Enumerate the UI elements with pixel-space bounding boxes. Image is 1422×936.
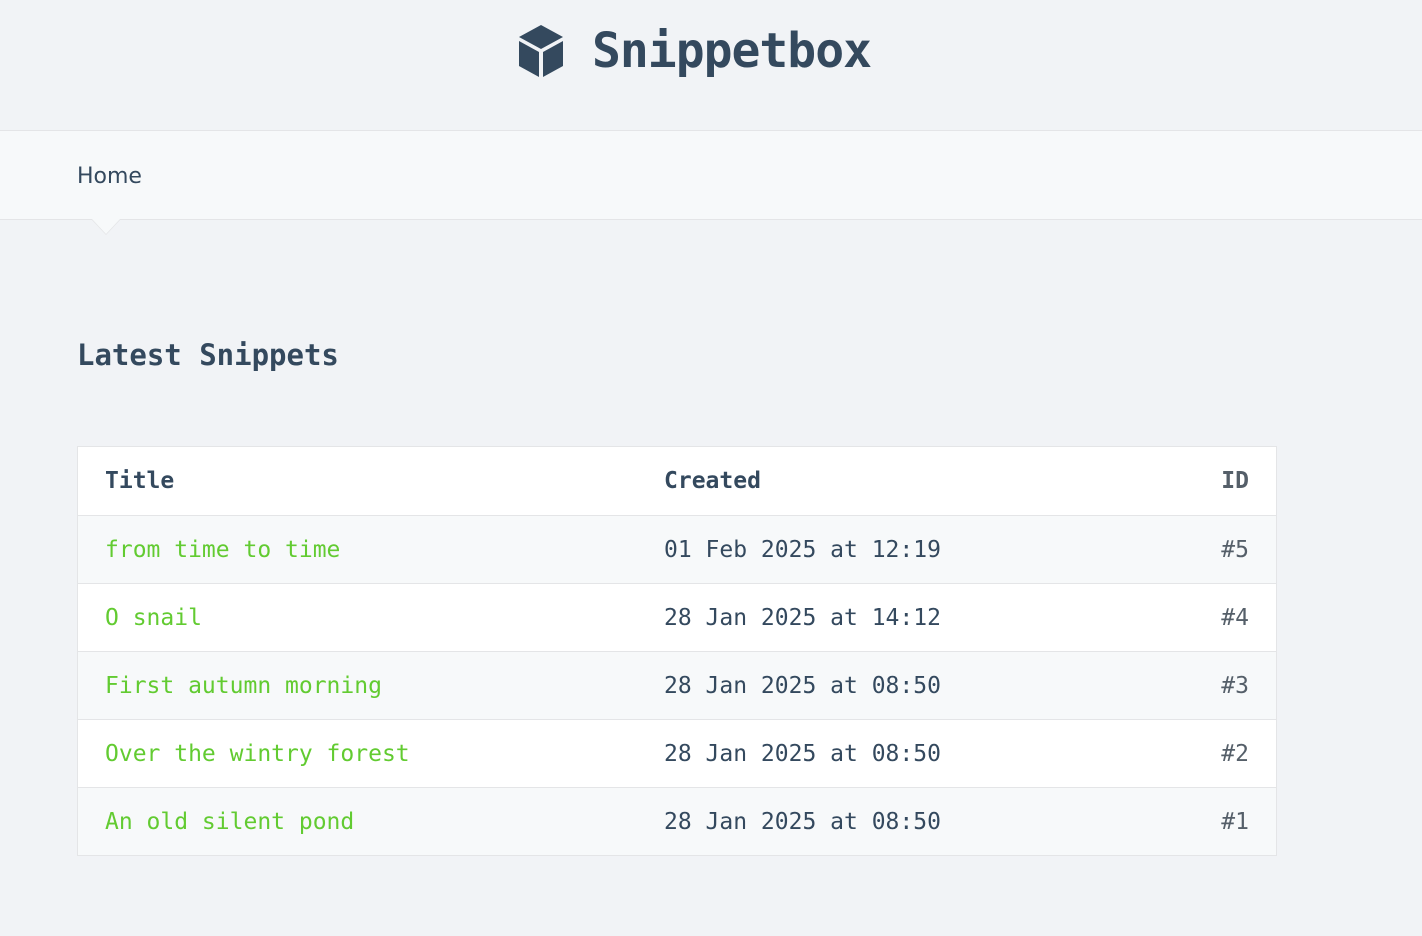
main-content: Latest Snippets Title Created ID from ti… [0,220,1422,856]
snippet-created: 28 Jan 2025 at 14:12 [637,583,1150,652]
snippet-title-link[interactable]: An old silent pond [105,809,354,835]
nav-home-link[interactable]: Home [77,164,142,189]
snippet-title-link[interactable]: O snail [105,605,202,631]
snippet-id: #4 [1149,583,1277,652]
nav-active-indicator [92,219,120,234]
cube-icon [519,25,563,77]
snippet-created: 28 Jan 2025 at 08:50 [637,651,1150,720]
column-header-created: Created [637,446,1150,516]
snippet-title-link[interactable]: First autumn morning [105,673,382,699]
snippet-id: #2 [1149,719,1277,788]
table-row: from time to time 01 Feb 2025 at 12:19 #… [77,515,1277,584]
table-header-row: Title Created ID [77,446,1277,516]
table-row: O snail 28 Jan 2025 at 14:12 #4 [77,583,1277,652]
table-row: An old silent pond 28 Jan 2025 at 08:50 … [77,787,1277,856]
snippet-created: 28 Jan 2025 at 08:50 [637,719,1150,788]
snippet-id: #5 [1149,515,1277,584]
snippet-title-link[interactable]: Over the wintry forest [105,741,410,767]
column-header-title: Title [77,446,637,516]
snippet-title-link[interactable]: from time to time [105,537,340,563]
site-header: Snippetbox [0,0,1422,130]
snippet-created: 01 Feb 2025 at 12:19 [637,515,1150,584]
app-title: Snippetbox [592,23,872,79]
nav-bar: Home [0,130,1422,235]
page-title: Latest Snippets [77,338,339,372]
snippet-created: 28 Jan 2025 at 08:50 [637,787,1150,856]
snippet-id: #1 [1149,787,1277,856]
column-header-id: ID [1149,446,1277,516]
snippet-id: #3 [1149,651,1277,720]
table-row: Over the wintry forest 28 Jan 2025 at 08… [77,719,1277,788]
table-row: First autumn morning 28 Jan 2025 at 08:5… [77,651,1277,720]
brand-link[interactable]: Snippetbox [516,23,872,79]
snippets-table: Title Created ID from time to time 01 Fe… [77,446,1277,856]
